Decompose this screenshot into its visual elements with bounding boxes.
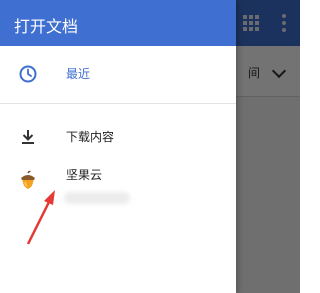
clock-icon [19,65,37,83]
nav-item-recent[interactable]: 最近 [0,56,236,92]
nav-item-downloads[interactable]: 下载内容 [0,119,236,155]
drawer-divider [0,103,236,104]
nav-item-jianguoyun-label: 坚果云 [66,168,103,182]
drawer-header: 打开文档 [0,0,236,46]
nav-item-recent-label: 最近 [66,67,91,81]
blurred-subtitle [64,192,130,204]
download-icon [22,130,34,144]
navigation-drawer: 打开文档 最近 下载内容 坚果云 [0,0,236,293]
nav-item-downloads-label: 下载内容 [66,130,115,144]
acorn-icon [21,170,35,189]
drawer-title: 打开文档 [14,17,79,36]
